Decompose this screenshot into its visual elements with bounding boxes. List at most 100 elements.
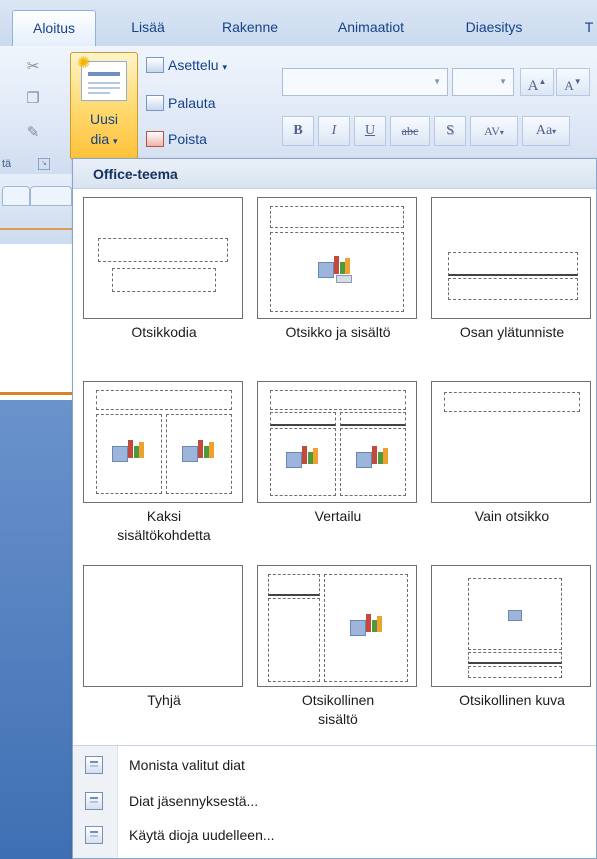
font-name-combo[interactable]: ▼ bbox=[282, 68, 448, 96]
layout-thumbnail bbox=[431, 565, 591, 687]
dialog-launcher-icon[interactable]: ↘ bbox=[38, 158, 50, 170]
menu-item-slides-from-outline[interactable]: Diat jäsennyksestä... bbox=[73, 785, 596, 817]
title-placeholder bbox=[444, 392, 580, 412]
tab-label: Aloitus bbox=[32, 20, 76, 36]
tab-rakenne[interactable]: Rakenne bbox=[200, 10, 300, 46]
layout-comparison[interactable]: Vertailu bbox=[257, 381, 419, 541]
change-case-button[interactable]: Aa▾ bbox=[522, 116, 570, 146]
layout-button[interactable]: Asettelu ▾ bbox=[146, 52, 227, 78]
layout-title-content[interactable]: Otsikko ja sisältö bbox=[257, 197, 419, 357]
cut-icon[interactable]: ✂ bbox=[24, 58, 42, 76]
layout-thumbnail bbox=[257, 565, 417, 687]
format-painter-icon[interactable]: ✎ bbox=[24, 124, 42, 142]
delete-button[interactable]: Poista bbox=[146, 126, 207, 152]
shrink-font-button[interactable]: A▼ bbox=[556, 68, 590, 96]
slides-from-outline-icon bbox=[85, 792, 103, 810]
layout-thumbnail bbox=[257, 381, 417, 503]
new-slide-button[interactable]: ✺ Uusi dia ▾ bbox=[70, 52, 138, 160]
strikethrough-button[interactable]: abc bbox=[390, 116, 430, 146]
content-icons bbox=[182, 440, 216, 464]
layout-picture-with-caption[interactable]: Otsikollinen kuva bbox=[431, 565, 593, 725]
content-icons bbox=[356, 446, 390, 470]
menu-item-reuse-slides[interactable]: Käytä dioja uudelleen... bbox=[73, 819, 596, 851]
slides-tab[interactable] bbox=[2, 186, 30, 206]
grow-font-button[interactable]: A▲ bbox=[520, 68, 554, 96]
content-icons bbox=[112, 440, 146, 464]
menu-item-label: Monista valitut diat bbox=[129, 757, 245, 773]
layout-content-with-caption[interactable]: Otsikollinen sisältö bbox=[257, 565, 419, 727]
divider bbox=[0, 228, 80, 230]
layout-section-header[interactable]: Osan ylätunniste bbox=[431, 197, 593, 357]
menu-item-label: Diat jäsennyksestä... bbox=[129, 793, 259, 809]
tab-label: T bbox=[584, 19, 594, 35]
ribbon-tab-bar: Aloitus Lisää Rakenne Animaatiot Diaesit… bbox=[0, 0, 597, 47]
tab-diaesitys[interactable]: Diaesitys bbox=[444, 10, 544, 46]
chevron-down-icon: ▾ bbox=[222, 62, 228, 72]
layout-title-slide[interactable]: Otsikkodia bbox=[83, 197, 245, 357]
caption-title-placeholder bbox=[468, 652, 562, 664]
bold-label: B bbox=[293, 123, 303, 138]
picture-icon bbox=[508, 610, 522, 621]
layout-two-content[interactable]: Kaksi sisältökohdetta bbox=[83, 381, 245, 543]
new-slide-label-dropdown: dia ▾ bbox=[90, 131, 118, 147]
tab-label: Diaesitys bbox=[465, 19, 523, 35]
section-title-placeholder bbox=[448, 252, 578, 276]
right-heading-placeholder bbox=[340, 412, 406, 426]
layout-name: Osan ylätunniste bbox=[459, 324, 565, 340]
theme-header: Office-teema bbox=[73, 159, 596, 189]
slide-pane-tabs bbox=[0, 174, 80, 244]
layout-name: Vertailu bbox=[314, 508, 362, 524]
chevron-down-icon: ▾ bbox=[499, 128, 504, 137]
title-placeholder bbox=[270, 206, 404, 228]
layout-blank[interactable]: Tyhjä bbox=[83, 565, 245, 725]
tab-truncated[interactable]: T bbox=[574, 10, 597, 46]
change-case-label: Aa bbox=[535, 123, 553, 138]
layout-name: Tyhjä bbox=[147, 692, 181, 708]
menu-item-label: Käytä dioja uudelleen... bbox=[129, 827, 275, 843]
tab-label: Animaatiot bbox=[337, 19, 405, 35]
copy-icon[interactable]: ❐ bbox=[24, 90, 42, 108]
layout-thumbnail bbox=[83, 197, 243, 319]
title-placeholder bbox=[96, 390, 232, 410]
shadow-label: S bbox=[446, 123, 454, 138]
tab-label: Lisää bbox=[131, 19, 165, 35]
layout-thumbnail bbox=[431, 381, 591, 503]
grow-font-label: A bbox=[527, 78, 539, 94]
slide-pane-background bbox=[0, 400, 80, 859]
caption-text-placeholder bbox=[468, 666, 562, 678]
duplicate-slides-icon bbox=[85, 756, 103, 774]
tab-animaatiot[interactable]: Animaatiot bbox=[316, 10, 426, 46]
reset-button-label: Palauta bbox=[168, 95, 216, 111]
layout-thumbnail bbox=[431, 197, 591, 319]
italic-button[interactable]: I bbox=[318, 116, 350, 146]
outline-tab[interactable] bbox=[30, 186, 72, 206]
reuse-slides-icon bbox=[85, 826, 103, 844]
layout-thumbnail bbox=[83, 381, 243, 503]
chevron-down-icon: ▾ bbox=[552, 127, 557, 136]
underline-button[interactable]: U bbox=[354, 116, 386, 146]
delete-button-label: Poista bbox=[168, 131, 207, 147]
title-placeholder bbox=[270, 390, 406, 410]
reset-button[interactable]: Palauta bbox=[146, 90, 215, 116]
bold-button[interactable]: B bbox=[282, 116, 314, 146]
shadow-button[interactable]: S bbox=[434, 116, 466, 146]
layout-name: Vain otsikko bbox=[474, 508, 550, 524]
caption-title-placeholder bbox=[268, 574, 320, 596]
tab-lisaa[interactable]: Lisää bbox=[108, 10, 188, 46]
layout-icon bbox=[146, 57, 164, 73]
content-icons bbox=[350, 614, 384, 638]
menu-separator bbox=[73, 745, 596, 746]
menu-item-duplicate-slides[interactable]: Monista valitut diat bbox=[73, 749, 596, 781]
layout-name: Otsikollinen kuva bbox=[459, 692, 565, 708]
font-size-combo[interactable]: ▼ bbox=[452, 68, 514, 96]
layout-title-only[interactable]: Vain otsikko bbox=[431, 381, 593, 541]
reset-icon bbox=[146, 95, 164, 111]
shrink-font-label: A bbox=[564, 78, 574, 93]
layout-thumbnail bbox=[83, 565, 243, 687]
character-spacing-button[interactable]: AV▾ bbox=[470, 116, 518, 146]
layout-thumbnail bbox=[257, 197, 417, 319]
caption-text-placeholder bbox=[268, 598, 320, 682]
chevron-down-icon: ▼ bbox=[433, 77, 441, 86]
tab-aloitus[interactable]: Aloitus bbox=[12, 10, 96, 47]
layout-name: Otsikollinen sisältö bbox=[301, 692, 375, 727]
